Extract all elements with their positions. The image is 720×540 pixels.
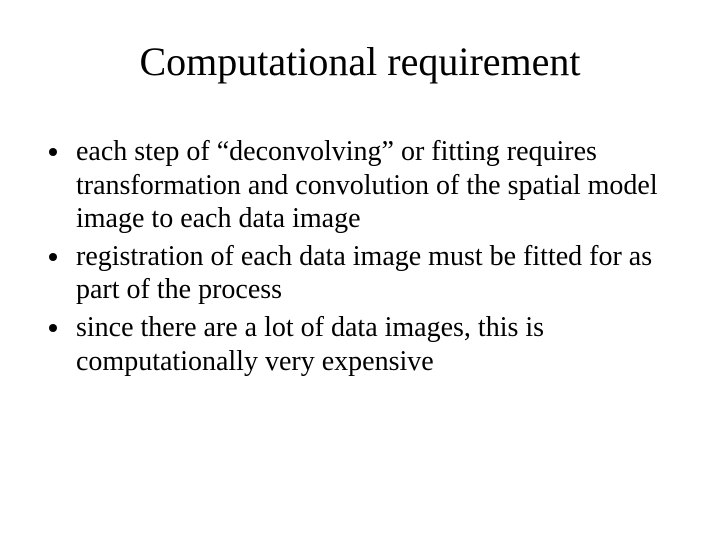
bullet-list: each step of “deconvolving” or fitting r… xyxy=(40,135,680,378)
list-item: each step of “deconvolving” or fitting r… xyxy=(72,135,680,236)
list-item: since there are a lot of data images, th… xyxy=(72,311,680,378)
slide: Computational requirement each step of “… xyxy=(0,0,720,540)
list-item: registration of each data image must be … xyxy=(72,240,680,307)
slide-title: Computational requirement xyxy=(40,38,680,85)
